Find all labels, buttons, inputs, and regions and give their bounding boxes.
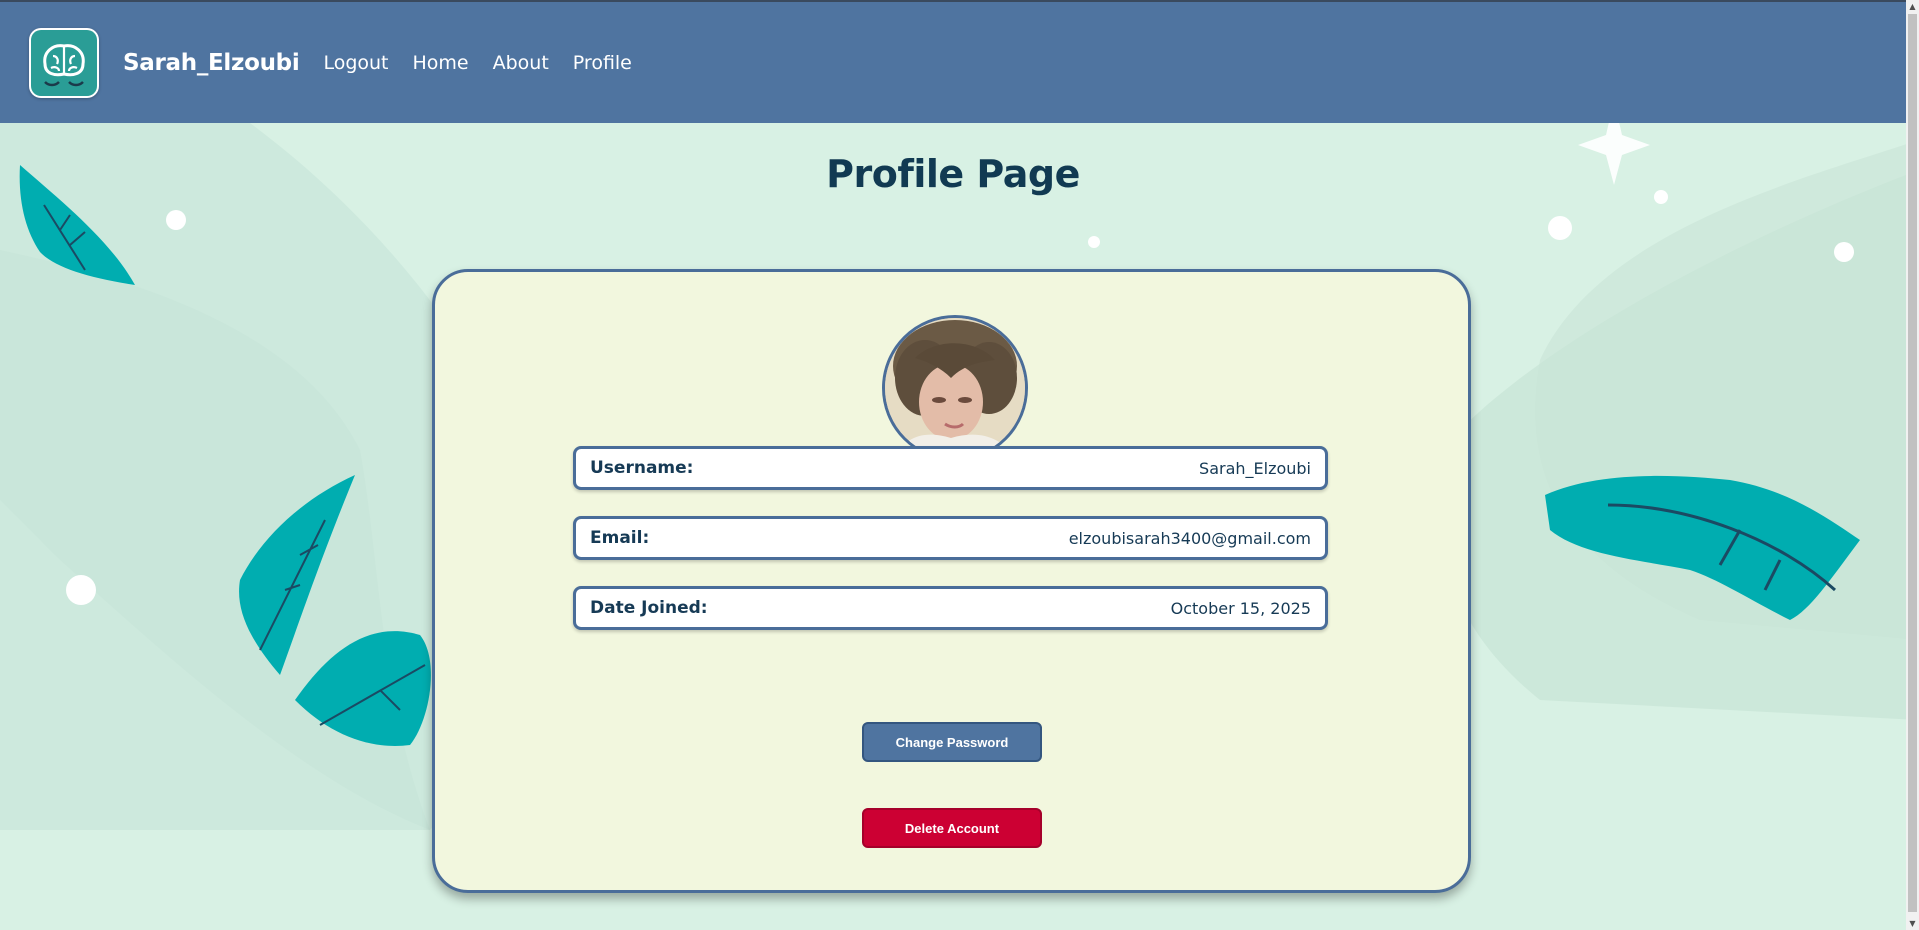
date-joined-value: October 15, 2025	[1170, 598, 1311, 618]
nav-about-link[interactable]: About	[493, 52, 549, 74]
navbar: Sarah_Elzoubi Logout Home About Profile	[0, 2, 1906, 123]
scroll-down-icon[interactable]: ▼	[1906, 917, 1919, 930]
vertical-scrollbar[interactable]: ▲ ▼	[1906, 0, 1919, 930]
brain-logo-icon[interactable]	[29, 27, 99, 98]
change-password-button[interactable]: Change Password	[862, 722, 1042, 762]
username-row: Username: Sarah_Elzoubi	[573, 446, 1328, 490]
user-avatar	[882, 315, 1028, 461]
date-joined-row: Date Joined: October 15, 2025	[573, 586, 1328, 630]
page-title: Profile Page	[826, 152, 1080, 196]
scroll-up-icon[interactable]: ▲	[1906, 0, 1919, 13]
nav-profile-link[interactable]: Profile	[573, 52, 632, 74]
nav-logout-link[interactable]: Logout	[323, 52, 388, 74]
nav-home-link[interactable]: Home	[413, 52, 469, 74]
username-value: Sarah_Elzoubi	[1199, 458, 1311, 478]
email-row: Email: elzoubisarah3400@gmail.com	[573, 516, 1328, 560]
username-label: Username:	[590, 458, 694, 478]
email-value: elzoubisarah3400@gmail.com	[1068, 528, 1311, 548]
email-label: Email:	[590, 528, 650, 548]
profile-card: Username: Sarah_Elzoubi Email: elzoubisa…	[432, 269, 1471, 893]
date-joined-label: Date Joined:	[590, 598, 708, 618]
scrollbar-thumb[interactable]	[1908, 14, 1917, 912]
delete-account-button[interactable]: Delete Account	[862, 808, 1042, 848]
brand-name[interactable]: Sarah_Elzoubi	[123, 50, 300, 76]
